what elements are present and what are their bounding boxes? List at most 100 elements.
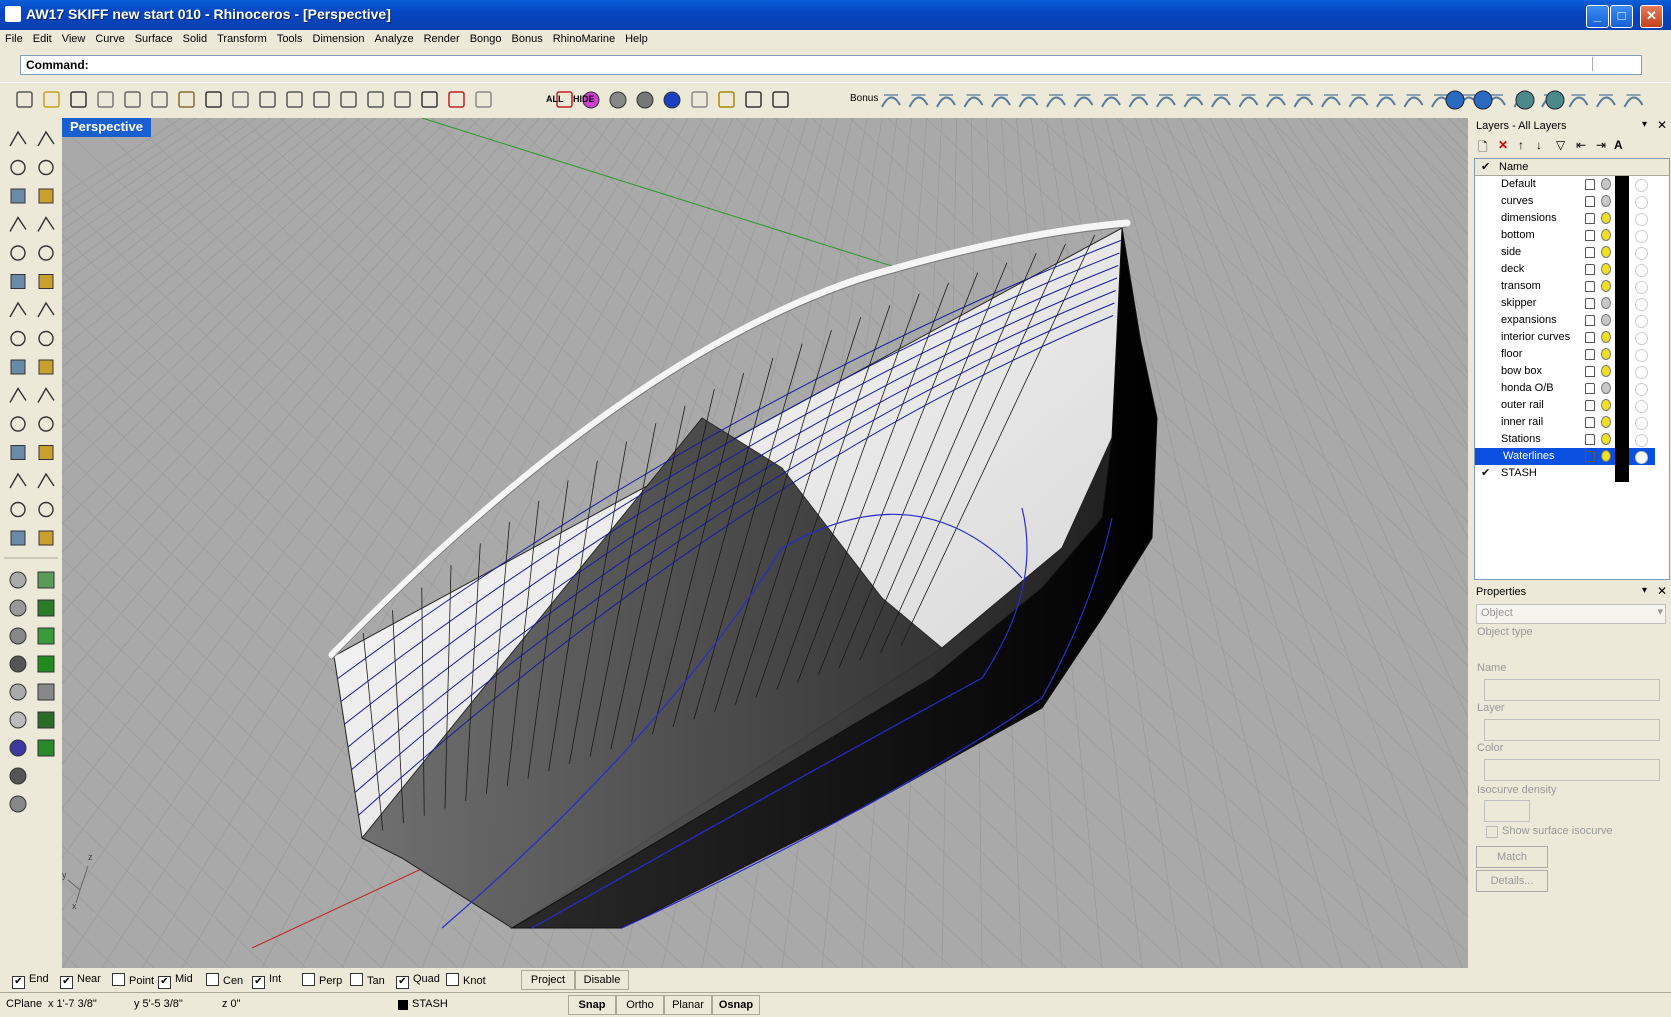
cut-icon[interactable] xyxy=(124,91,141,108)
dimension-icon[interactable] xyxy=(745,91,762,108)
zoom-dynamic-icon[interactable] xyxy=(286,91,303,108)
settings-icon[interactable] xyxy=(718,91,735,108)
layer-row[interactable]: floor xyxy=(1475,346,1655,363)
lightbulb-icon[interactable] xyxy=(1601,195,1611,207)
modeling-tool-icon[interactable] xyxy=(38,330,54,347)
layer-name[interactable]: Default xyxy=(1501,178,1536,190)
surface-tool-icon[interactable] xyxy=(881,94,901,108)
render-tool-icon[interactable] xyxy=(9,571,27,589)
lock-icon[interactable] xyxy=(1585,451,1595,462)
filter-icon[interactable]: ▽ xyxy=(1556,138,1565,152)
zoom-extents-icon[interactable] xyxy=(340,91,357,108)
layer-row[interactable]: Stations xyxy=(1475,431,1655,448)
layer-row[interactable]: Waterlines xyxy=(1475,448,1655,465)
car-icon[interactable] xyxy=(448,91,465,108)
analyze-icon[interactable] xyxy=(1545,90,1565,110)
osnap-toggle[interactable]: Osnap xyxy=(712,995,760,1015)
layer-name[interactable]: honda O/B xyxy=(1501,382,1554,394)
render-setting-icon[interactable] xyxy=(37,599,55,617)
layer-color-swatch[interactable] xyxy=(1615,227,1629,244)
delete-layer-icon[interactable]: ✕ xyxy=(1498,138,1508,152)
lock-icon[interactable] xyxy=(1585,383,1595,394)
layer-row[interactable]: bow box xyxy=(1475,363,1655,380)
modeling-tool-icon[interactable] xyxy=(10,445,26,460)
bonus-toolbar-button[interactable]: Bonus xyxy=(850,93,878,104)
lock-icon[interactable] xyxy=(1585,247,1595,258)
layer-name[interactable]: inner rail xyxy=(1501,416,1543,428)
lock-icon[interactable] xyxy=(1585,196,1595,207)
current-layer[interactable]: STASH xyxy=(412,998,448,1010)
material-icon[interactable] xyxy=(1635,400,1648,413)
lock-icon[interactable] xyxy=(1585,179,1595,190)
modeling-tool-icon[interactable] xyxy=(38,274,54,289)
surface-tool-icon[interactable] xyxy=(1238,94,1259,108)
modeling-tool-icon[interactable] xyxy=(37,301,55,318)
material-icon[interactable] xyxy=(1635,332,1648,345)
lightbulb-icon[interactable] xyxy=(1601,433,1611,445)
osnap-near[interactable]: ✔ Near xyxy=(60,973,101,989)
layer-name[interactable]: outer rail xyxy=(1501,399,1544,411)
osnap-mid[interactable]: ✔ Mid xyxy=(158,973,193,989)
layer-color-swatch[interactable] xyxy=(1615,380,1629,397)
surface-tool-icon[interactable] xyxy=(1183,94,1204,108)
osnap-checkbox[interactable] xyxy=(302,973,315,986)
layer-name[interactable]: interior curves xyxy=(1501,331,1570,343)
rendered-icon[interactable] xyxy=(636,91,654,109)
layer-name[interactable]: STASH xyxy=(1501,467,1537,479)
modeling-tool-icon[interactable] xyxy=(9,472,27,489)
four-viewports-icon[interactable] xyxy=(421,91,438,108)
lightbulb-icon[interactable] xyxy=(1601,450,1611,462)
layer-color-swatch[interactable] xyxy=(1615,278,1629,295)
hide-button[interactable]: HIDE xyxy=(573,94,595,104)
modeling-tool-icon[interactable] xyxy=(10,274,26,289)
template-icon[interactable] xyxy=(97,91,114,108)
header-name[interactable]: Name xyxy=(1499,161,1528,173)
lock-icon[interactable] xyxy=(1585,434,1595,445)
menu-curve[interactable]: Curve xyxy=(90,30,129,45)
layer-color-swatch[interactable] xyxy=(1615,397,1629,414)
show-isocurve-checkbox[interactable] xyxy=(1486,826,1498,838)
skiff-hull-model[interactable] xyxy=(328,219,1158,929)
object-select[interactable]: Object ▾ xyxy=(1476,604,1666,624)
font-icon[interactable]: A xyxy=(1614,138,1623,152)
lightbulb-icon[interactable] xyxy=(1601,178,1611,190)
layer-name[interactable]: curves xyxy=(1501,195,1533,207)
modeling-tool-icon[interactable] xyxy=(10,359,26,375)
surface-tool-icon[interactable] xyxy=(1018,94,1039,108)
render-tool-icon[interactable] xyxy=(9,739,27,757)
minimize-button[interactable]: _ xyxy=(1586,5,1609,28)
properties-pin-icon[interactable]: ▾ xyxy=(1642,585,1647,596)
material-icon[interactable] xyxy=(1635,281,1648,294)
material-icon[interactable] xyxy=(1635,179,1648,192)
osnap-checkbox[interactable]: ✔ xyxy=(60,976,73,989)
surface-tool-icon[interactable] xyxy=(1101,94,1121,108)
modeling-tool-icon[interactable] xyxy=(38,359,54,375)
copy-icon[interactable] xyxy=(151,91,168,108)
surface-tool-icon[interactable] xyxy=(1046,94,1066,108)
render-tool-icon[interactable] xyxy=(9,599,27,617)
command-line[interactable]: Command: xyxy=(20,55,1642,75)
help-query-icon[interactable] xyxy=(772,91,789,108)
surface-tool-icon[interactable] xyxy=(963,94,984,108)
layer-row[interactable]: interior curves xyxy=(1475,329,1655,346)
viewport-canvas[interactable] xyxy=(62,118,1468,968)
material-icon[interactable] xyxy=(1635,315,1648,328)
layer-row[interactable]: side xyxy=(1475,244,1655,261)
lock-icon[interactable] xyxy=(1585,213,1595,224)
layer-name[interactable]: Stations xyxy=(1501,433,1541,445)
render-preview-icon[interactable] xyxy=(475,91,492,108)
lock-icon[interactable] xyxy=(1585,400,1595,411)
surface-tool-icon[interactable] xyxy=(1403,94,1424,108)
modeling-tool-icon[interactable] xyxy=(10,159,26,176)
surface-tool-icon[interactable] xyxy=(1293,94,1314,108)
lightbulb-icon[interactable] xyxy=(1601,348,1611,360)
lock-icon[interactable] xyxy=(1585,264,1595,275)
surface-tool-icon[interactable] xyxy=(1568,94,1589,108)
lightbulb-icon[interactable] xyxy=(1601,229,1611,241)
layer-color-swatch[interactable] xyxy=(1615,346,1629,363)
layer-color-swatch[interactable] xyxy=(1615,363,1629,380)
osnap-checkbox[interactable]: ✔ xyxy=(12,976,25,989)
material-icon[interactable] xyxy=(1635,196,1648,209)
layer-row[interactable]: inner rail xyxy=(1475,414,1655,431)
maximize-button[interactable]: □ xyxy=(1610,5,1633,28)
